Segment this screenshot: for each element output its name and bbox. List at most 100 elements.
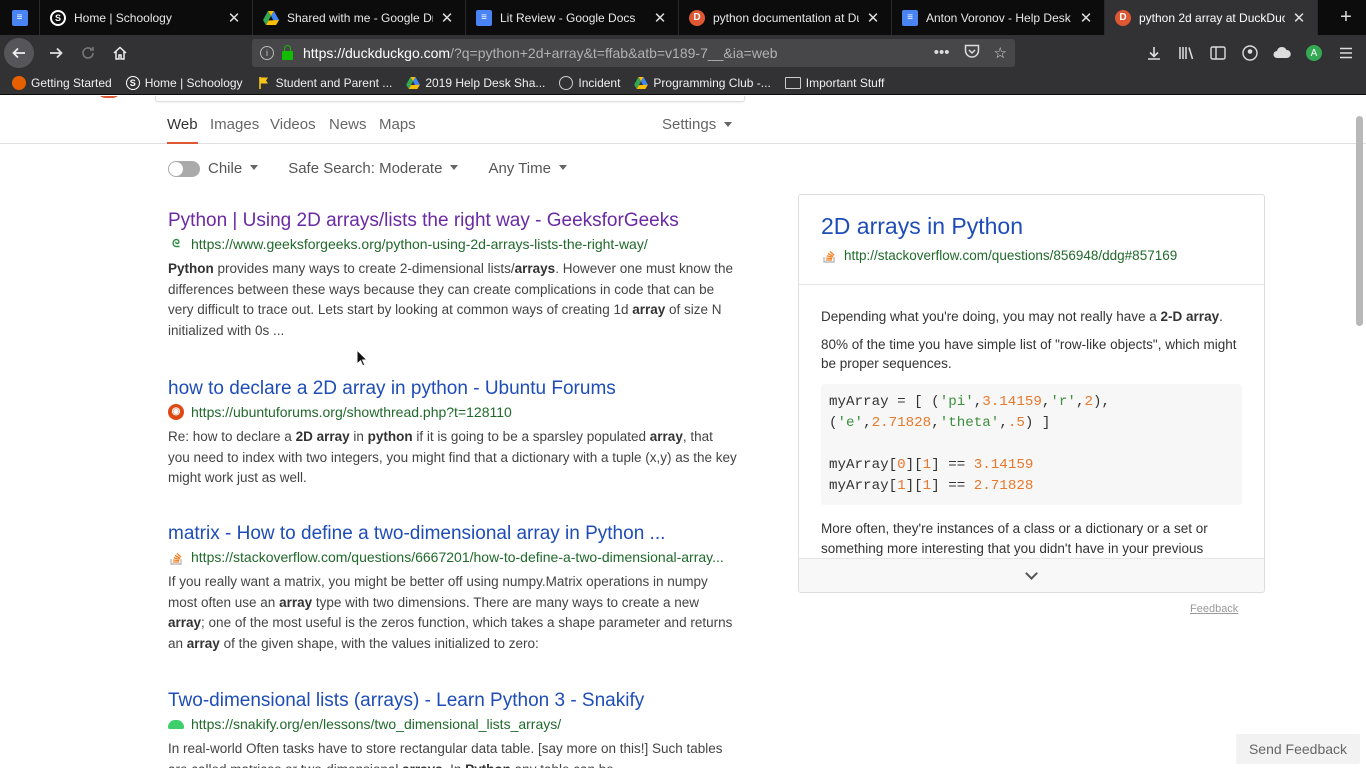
sidebar-icon[interactable] [1204, 39, 1232, 67]
result-url-link[interactable]: https://snakify.org/en/lessons/two_dimen… [168, 714, 738, 734]
region-label: Chile [208, 160, 243, 177]
pocket-icon[interactable] [964, 44, 980, 63]
google-docs-icon: ≡ [902, 9, 918, 26]
close-tab-icon[interactable]: ✕ [226, 9, 242, 27]
tab-videos[interactable]: Videos [270, 116, 316, 133]
caret-down-icon [724, 121, 733, 127]
result-url-link[interactable]: ᘓ https://www.geeksforgeeks.org/python-u… [168, 234, 738, 254]
region-toggle[interactable] [168, 160, 200, 177]
tab-news[interactable]: News [329, 116, 367, 133]
duckduckgo-logo[interactable] [96, 96, 122, 98]
info-icon[interactable]: i [260, 46, 274, 60]
stackoverflow-icon [168, 549, 184, 565]
expand-answer-button[interactable] [799, 558, 1264, 592]
result-snippet: If you really want a matrix, you might b… [168, 574, 733, 652]
bookmark-programming-club[interactable]: Programming Club -... [634, 76, 771, 90]
google-drive-icon [263, 10, 279, 26]
bookmark-help-desk-share[interactable]: 2019 Help Desk Sha... [406, 76, 545, 90]
send-feedback-button[interactable]: Send Feedback [1236, 734, 1360, 764]
page-scrollbar[interactable] [1356, 116, 1363, 326]
tab-help-desk-log[interactable]: ≡ Anton Voronov - Help Desk Log ✕ [892, 0, 1105, 35]
extension-icon[interactable] [1268, 39, 1296, 67]
caret-down-icon [450, 165, 459, 170]
tab-python-documentation[interactable]: D python documentation at DuckDuckGo ✕ [679, 0, 892, 35]
instant-answer-source-link[interactable]: http://stackoverflow.com/questions/85694… [821, 247, 1242, 263]
close-tab-icon[interactable]: ✕ [865, 9, 881, 27]
caret-down-icon [558, 165, 567, 170]
bookmark-label: Getting Started [31, 75, 112, 90]
bookmark-student-parent[interactable]: Student and Parent ... [257, 75, 393, 90]
tab-images[interactable]: Images [210, 116, 259, 133]
google-docs-icon: ≡ [476, 9, 492, 26]
result-title-link[interactable]: Two-dimensional lists (arrays) - Learn P… [168, 689, 738, 713]
forward-button[interactable] [40, 37, 72, 69]
pinned-tab-docs[interactable]: ≡ [0, 0, 40, 35]
close-tab-icon[interactable]: ✕ [652, 9, 668, 27]
result-url-link[interactable]: https://stackoverflow.com/questions/6667… [168, 547, 738, 567]
result-snippet: In real-world Often tasks have to store … [168, 741, 723, 768]
home-icon [113, 46, 127, 60]
search-result: how to declare a 2D array in python - Ub… [168, 377, 738, 489]
tab-strip: ≡ S Home | Schoology ✕ Shared with me - … [0, 0, 1366, 35]
bookmark-star-icon[interactable]: ☆ [994, 44, 1007, 63]
result-title-link[interactable]: Python | Using 2D arrays/lists the right… [168, 209, 738, 233]
schoology-icon: S [50, 9, 66, 26]
instant-answer-title[interactable]: 2D arrays in Python [821, 211, 1242, 241]
bookmark-schoology[interactable]: S Home | Schoology [125, 75, 243, 90]
mouse-cursor-icon [356, 349, 368, 367]
tab-web[interactable]: Web [167, 116, 198, 144]
tab-title: python documentation at DuckDuckGo [713, 10, 859, 25]
time-dropdown[interactable]: Any Time [488, 160, 567, 177]
duckduckgo-icon: D [689, 9, 705, 26]
tab-maps[interactable]: Maps [379, 116, 416, 133]
lock-icon[interactable] [282, 44, 293, 60]
infobox-feedback-link[interactable]: Feedback [1190, 603, 1238, 615]
download-icon[interactable] [1140, 39, 1168, 67]
result-snippet: Re: how to declare a 2D array in python … [168, 429, 737, 486]
home-button[interactable] [104, 37, 136, 69]
snakify-icon [168, 719, 184, 729]
bookmark-label: Student and Parent ... [275, 75, 393, 90]
url-text[interactable]: https://duckduckgo.com/?q=python+2d+arra… [303, 45, 778, 61]
safe-search-dropdown[interactable]: Safe Search: Moderate [288, 160, 459, 177]
address-bar[interactable]: i https://duckduckgo.com/?q=python+2d+ar… [252, 39, 1015, 67]
back-button[interactable] [4, 38, 34, 68]
code-block: myArray = [ ('pi',3.14159,'r',2), ('e',2… [821, 384, 1242, 506]
answer-paragraph: More often, they're instances of a class… [821, 521, 1208, 556]
answer-paragraph: 80% of the time you have simple list of … [821, 336, 1237, 372]
tab-title: python 2d array at DuckDuckGo [1139, 10, 1285, 25]
region-dropdown[interactable]: Chile [208, 160, 259, 177]
profile-avatar-button[interactable]: A [1300, 39, 1328, 67]
instant-answer-panel: 2D arrays in Python http://stackoverflow… [798, 194, 1265, 593]
result-url-link[interactable]: ◉ https://ubuntuforums.org/showthread.ph… [168, 402, 738, 422]
reload-button[interactable] [72, 37, 104, 69]
result-title-link[interactable]: how to declare a 2D array in python - Ub… [168, 377, 738, 401]
result-snippet: Python provides many ways to create 2-di… [168, 261, 734, 339]
tab-python-2d-array[interactable]: D python 2d array at DuckDuckGo ✕ [1105, 0, 1318, 35]
tab-lit-review[interactable]: ≡ Lit Review - Google Docs ✕ [466, 0, 679, 35]
account-icon[interactable] [1236, 39, 1264, 67]
tab-google-drive[interactable]: Shared with me - Google Drive ✕ [253, 0, 466, 35]
bookmark-getting-started[interactable]: Getting Started [12, 75, 112, 90]
bookmark-important-stuff[interactable]: Important Stuff [784, 76, 884, 90]
result-title-link[interactable]: matrix - How to define a two-dimensional… [168, 522, 738, 546]
close-tab-icon[interactable]: ✕ [1078, 9, 1094, 27]
search-filters: Chile Safe Search: Moderate Any Time [168, 160, 597, 177]
navigation-toolbar: i https://duckduckgo.com/?q=python+2d+ar… [0, 35, 1366, 71]
menu-icon[interactable] [1332, 39, 1360, 67]
library-icon[interactable] [1172, 39, 1200, 67]
tab-schoology[interactable]: S Home | Schoology ✕ [40, 0, 253, 35]
tab-title: Home | Schoology [74, 10, 172, 25]
settings-dropdown[interactable]: Settings [662, 116, 733, 133]
new-tab-button[interactable]: + [1326, 0, 1366, 35]
search-input[interactable] [155, 96, 745, 102]
answer-paragraph: Depending what you're doing, you may not… [821, 309, 1223, 324]
search-result: Two-dimensional lists (arrays) - Learn P… [168, 689, 738, 768]
close-tab-icon[interactable]: ✕ [1291, 9, 1307, 27]
close-tab-icon[interactable]: ✕ [439, 9, 455, 27]
page-actions-icon[interactable]: ••• [934, 44, 950, 63]
bookmark-incident[interactable]: Incident [559, 75, 620, 90]
result-url: https://snakify.org/en/lessons/two_dimen… [191, 716, 562, 732]
tab-title: Anton Voronov - Help Desk Log [926, 10, 1072, 25]
search-result: Python | Using 2D arrays/lists the right… [168, 209, 738, 342]
